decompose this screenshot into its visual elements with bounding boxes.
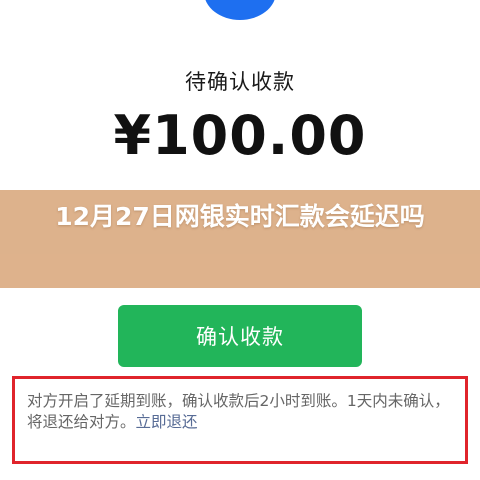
clock-icon bbox=[204, 0, 276, 20]
title-banner: 12月27日网银实时汇款会延迟吗 bbox=[0, 190, 480, 288]
status-label: 待确认收款 bbox=[185, 70, 295, 94]
notice-box: 对方开启了延期到账，确认收款后2小时到账。1天内未确认，将退还给对方。立即退还 bbox=[12, 376, 468, 464]
notice-text: 对方开启了延期到账，确认收款后2小时到账。1天内未确认，将退还给对方。 bbox=[27, 392, 450, 431]
banner-title: 12月27日网银实时汇款会延迟吗 bbox=[55, 202, 425, 231]
amount-display: ¥100.00 bbox=[113, 104, 367, 167]
confirm-receipt-button[interactable]: 确认收款 bbox=[118, 305, 362, 367]
payment-screen: 待确认收款 ¥100.00 12月27日网银实时汇款会延迟吗 确认收款 对方开启… bbox=[0, 0, 480, 480]
notice-paragraph: 对方开启了延期到账，确认收款后2小时到账。1天内未确认，将退还给对方。立即退还 bbox=[27, 391, 455, 433]
refund-now-link[interactable]: 立即退还 bbox=[136, 413, 198, 431]
